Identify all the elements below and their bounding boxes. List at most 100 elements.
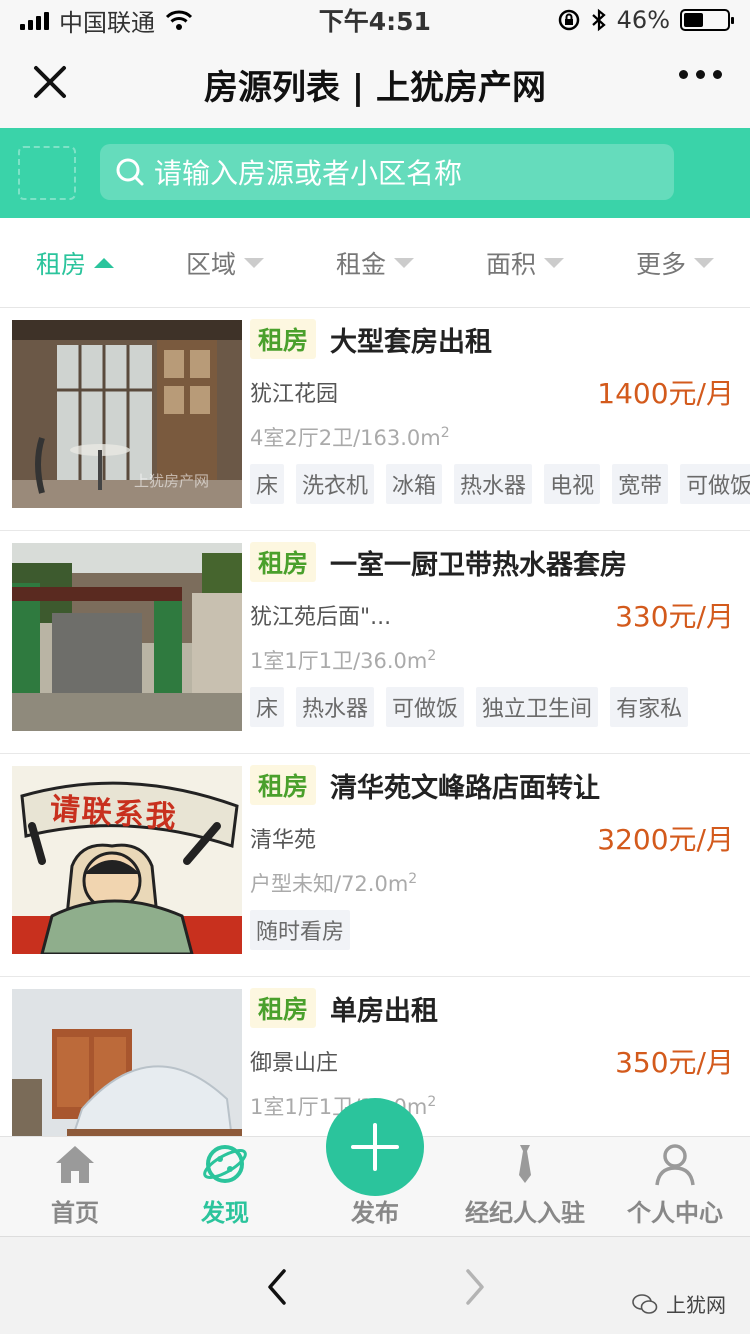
- back-arrow-icon[interactable]: [262, 1267, 292, 1307]
- listing-title: 一室一厨卫带热水器套房: [330, 549, 628, 581]
- discover-icon: [203, 1145, 247, 1183]
- bluetooth-icon: [591, 8, 606, 32]
- filter-area[interactable]: 区域: [150, 218, 300, 307]
- source-watermark: 上犹网: [632, 1289, 726, 1318]
- feature-tag: 独立卫生间: [476, 687, 599, 727]
- tab-label: 发现: [201, 1199, 249, 1227]
- feature-tag: 随时看房: [250, 910, 351, 950]
- tab-label: 发布: [351, 1199, 399, 1227]
- carrier-label: 中国联通: [59, 8, 155, 37]
- listing-list: 上犹房产网 租房 大型套房出租 犹江花园 1400元/月 4室2厅2卫/163.…: [0, 308, 750, 1138]
- listing-title: 单房出租: [330, 995, 439, 1027]
- orientation-lock-icon: [558, 9, 579, 31]
- listing-title: 清华苑文峰路店面转让: [330, 772, 601, 804]
- caret-down-icon: [694, 257, 714, 268]
- tab-label: 个人中心: [627, 1199, 723, 1227]
- watermark-label: 上犹网: [666, 1293, 726, 1317]
- listing-spec: 4室2厅2卫/163.0m2: [250, 425, 450, 450]
- tab-agent[interactable]: 经纪人入驻: [450, 1137, 600, 1236]
- caret-down-icon: [544, 257, 564, 268]
- search-input[interactable]: 请输入房源或者小区名称: [100, 144, 674, 200]
- listing-info: 租房 单房出租 御景山庄 350元/月 1室1厅1卫/30.0m2: [250, 987, 750, 1119]
- feature-tag: 可做饭: [680, 464, 750, 504]
- filter-rent-price[interactable]: 租金: [300, 218, 450, 307]
- tab-discover[interactable]: 发现: [150, 1137, 300, 1236]
- battery-level: [684, 13, 703, 27]
- caret-down-icon: [394, 257, 414, 268]
- filter-label: 租金: [335, 249, 386, 279]
- battery-percent: 46%: [616, 6, 670, 34]
- tab-profile[interactable]: 个人中心: [600, 1137, 750, 1236]
- filter-bar: 租房 区域 租金 面积 更多: [0, 218, 750, 308]
- search-icon: [116, 158, 144, 186]
- forward-arrow-icon[interactable]: [460, 1267, 490, 1307]
- tab-home[interactable]: 首页: [0, 1137, 150, 1236]
- listing-price: 1400元/月: [597, 377, 734, 410]
- tab-label: 经纪人入驻: [465, 1199, 585, 1227]
- listing-photo: [12, 989, 242, 1138]
- nav-bar: 房源列表 | 上犹房产网: [0, 40, 750, 128]
- filter-label: 租房: [35, 249, 86, 279]
- page-title: 房源列表 | 上犹房产网: [203, 67, 547, 108]
- listing-community: 犹江花园: [250, 382, 339, 407]
- home-icon: [56, 1146, 94, 1183]
- listing-community: 犹江苑后面"...: [250, 605, 392, 630]
- listing-tag: 租房: [250, 542, 317, 582]
- browser-toolbar: 上犹网: [0, 1236, 750, 1334]
- listing-tag: 租房: [250, 765, 317, 805]
- listing-tag: 租房: [250, 319, 317, 359]
- feature-tag: 可做饭: [386, 687, 465, 727]
- listing-info: 租房 一室一厨卫带热水器套房 犹江苑后面"... 330元/月 1室1厅1卫/3…: [250, 541, 750, 727]
- more-icon[interactable]: [679, 70, 722, 79]
- filter-label: 面积: [485, 249, 536, 279]
- filter-rent[interactable]: 租房: [0, 218, 150, 307]
- search-placeholder: 请输入房源或者小区名称: [154, 157, 463, 190]
- listing-price: 350元/月: [615, 1046, 734, 1079]
- wechat-icon: [632, 1293, 658, 1314]
- agent-icon: [519, 1145, 531, 1183]
- listing-title: 大型套房出租: [330, 326, 493, 358]
- photo-watermark: 上犹房产网: [134, 472, 210, 490]
- close-icon[interactable]: [28, 60, 72, 104]
- listing-info: 租房 大型套房出租 犹江花园 1400元/月 4室2厅2卫/163.0m2 床 …: [250, 318, 750, 504]
- listing-item[interactable]: 租房 一室一厨卫带热水器套房 犹江苑后面"... 330元/月 1室1厅1卫/3…: [0, 531, 750, 754]
- caret-up-icon: [94, 257, 114, 268]
- poster-banner-text: 请联系我: [48, 791, 179, 836]
- listing-price: 330元/月: [615, 600, 734, 633]
- filter-size[interactable]: 面积: [450, 218, 600, 307]
- listing-features: 床 热水器 可做饭 独立卫生间 有家私: [250, 687, 689, 727]
- caret-down-icon: [244, 257, 264, 268]
- feature-tag: 热水器: [296, 687, 375, 727]
- wifi-icon: [165, 10, 193, 30]
- listing-photo: 请联系我: [12, 766, 242, 954]
- feature-tag: 电视: [544, 464, 601, 504]
- plus-icon: [351, 1123, 399, 1171]
- listing-item[interactable]: 上犹房产网 租房 大型套房出租 犹江花园 1400元/月 4室2厅2卫/163.…: [0, 308, 750, 531]
- status-left: 中国联通: [20, 3, 193, 38]
- filter-label: 更多: [635, 249, 686, 279]
- battery-icon: [680, 9, 734, 31]
- listing-spec: 1室1厅1卫/36.0m2: [250, 648, 437, 673]
- listing-photo: 上犹房产网: [12, 320, 242, 508]
- feature-tag: 热水器: [454, 464, 533, 504]
- feature-tag: 床: [250, 687, 285, 727]
- clock: 下午4:51: [318, 7, 431, 36]
- listing-features: 床 洗衣机 冰箱 热水器 电视 宽带 可做饭: [250, 464, 750, 504]
- listing-features: 随时看房: [250, 910, 351, 950]
- tab-label: 首页: [51, 1199, 99, 1227]
- listing-community: 清华苑: [250, 828, 317, 853]
- status-right: 46%: [557, 6, 734, 34]
- filter-more[interactable]: 更多: [600, 218, 750, 307]
- user-icon: [655, 1144, 695, 1186]
- publish-button[interactable]: [326, 1098, 424, 1196]
- listing-item[interactable]: 请联系我 租房 清华苑文峰路店面转让 清华苑 3200元/月 户型未知/72.0…: [0, 754, 750, 977]
- feature-tag: 宽带: [612, 464, 669, 504]
- listing-spec: 户型未知/72.0m2: [250, 871, 418, 896]
- filter-label: 区域: [185, 249, 236, 279]
- search-header: 请输入房源或者小区名称: [0, 128, 750, 218]
- status-bar: 中国联通 下午4:51 46%: [0, 0, 750, 40]
- logo-placeholder[interactable]: [18, 146, 76, 200]
- listing-price: 3200元/月: [597, 823, 734, 856]
- listing-photo: [12, 543, 242, 731]
- feature-tag: 床: [250, 464, 285, 504]
